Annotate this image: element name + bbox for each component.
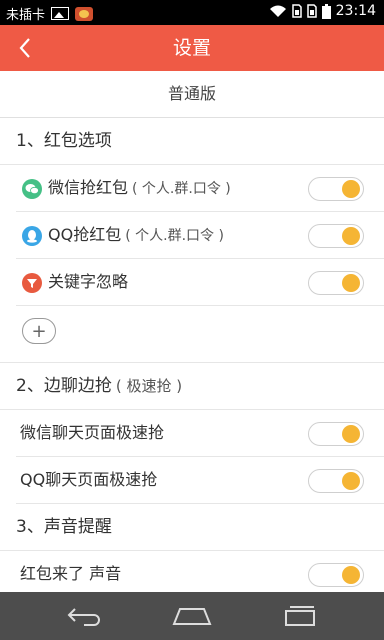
section-title: 1、红包选项: [16, 131, 112, 151]
setting-label-main: 微信抢红包: [48, 178, 129, 197]
nav-back-button[interactable]: [60, 600, 110, 632]
qq-chat-grab-toggle[interactable]: [308, 469, 364, 493]
section-title: 3、声音提醒: [16, 517, 112, 537]
setting-label: 红包来了 声音: [20, 564, 122, 583]
setting-row-qq-redpacket[interactable]: QQ抢红包( 个人.群.口令 ): [16, 212, 384, 259]
toggle-knob: [342, 425, 360, 443]
qq-redpacket-toggle[interactable]: [308, 224, 364, 248]
recents-icon: [285, 606, 315, 626]
settings-content[interactable]: 普通版 1、红包选项 微信抢红包( 个人.群.口令 ) QQ抢红包( 个人.群.…: [0, 71, 384, 592]
setting-label: QQ聊天页面极速抢: [20, 470, 158, 489]
sim-icon: [291, 4, 302, 18]
navigation-bar: [0, 592, 384, 640]
back-arrow-icon: [67, 608, 100, 626]
add-keyword-button[interactable]: +: [22, 318, 56, 344]
setting-row-wechat-chat-grab[interactable]: 微信聊天页面极速抢: [16, 410, 384, 457]
title-bar: 设置: [0, 25, 384, 71]
section-title: 2、边聊边抢: [16, 376, 112, 396]
setting-row-keyword-ignore[interactable]: 关键字忽略: [16, 259, 384, 306]
wifi-icon: [269, 5, 286, 17]
toggle-knob: [342, 566, 360, 584]
chevron-left-icon: [19, 38, 30, 58]
sim-icon: [306, 4, 317, 18]
keyword-ignore-toggle[interactable]: [308, 271, 364, 295]
setting-label-sub: ( 个人.群.口令 ): [132, 181, 231, 197]
carrier-text: 未插卡: [6, 8, 46, 23]
home-icon: [172, 608, 212, 625]
section-header-sound: 3、声音提醒: [0, 504, 384, 551]
battery-icon: [321, 3, 331, 19]
setting-label: 微信聊天页面极速抢: [20, 423, 165, 442]
section-subtitle: ( 极速抢 ): [115, 377, 183, 395]
page-title: 设置: [172, 37, 211, 59]
setting-row-qq-chat-grab[interactable]: QQ聊天页面极速抢: [16, 457, 384, 504]
nav-recents-button[interactable]: [275, 600, 325, 632]
setting-row-wechat-redpacket[interactable]: 微信抢红包( 个人.群.口令 ): [16, 165, 384, 212]
toggle-knob: [342, 274, 360, 292]
version-label: 普通版: [0, 71, 384, 118]
image-icon: [51, 7, 70, 20]
sound-toggle[interactable]: [308, 563, 364, 587]
back-button[interactable]: [8, 31, 42, 65]
status-bar: 未插卡 23:14: [0, 0, 384, 25]
setting-label: 关键字忽略: [48, 259, 128, 305]
setting-label-sub: ( 个人.群.口令 ): [125, 228, 224, 244]
add-keyword-row: +: [0, 306, 384, 363]
nav-home-button[interactable]: [167, 600, 217, 632]
app-notification-icon: [75, 6, 94, 21]
section-header-chat-grab: 2、边聊边抢( 极速抢 ): [0, 363, 384, 410]
section-header-redpacket: 1、红包选项: [0, 118, 384, 165]
toggle-knob: [342, 472, 360, 490]
wechat-chat-grab-toggle[interactable]: [308, 422, 364, 446]
filter-icon: [22, 273, 42, 293]
setting-label: 微信抢红包( 个人.群.口令 ): [48, 165, 231, 212]
toggle-knob: [342, 227, 360, 245]
qq-icon: [22, 226, 42, 246]
setting-label-main: 关键字忽略: [48, 272, 129, 291]
clock: 23:14: [335, 3, 376, 19]
setting-label-main: QQ抢红包: [48, 225, 122, 244]
setting-label: QQ抢红包( 个人.群.口令 ): [48, 212, 224, 259]
wechat-icon: [22, 179, 42, 199]
setting-row-sound[interactable]: 红包来了 声音: [16, 551, 384, 592]
wechat-redpacket-toggle[interactable]: [308, 177, 364, 201]
toggle-knob: [342, 180, 360, 198]
